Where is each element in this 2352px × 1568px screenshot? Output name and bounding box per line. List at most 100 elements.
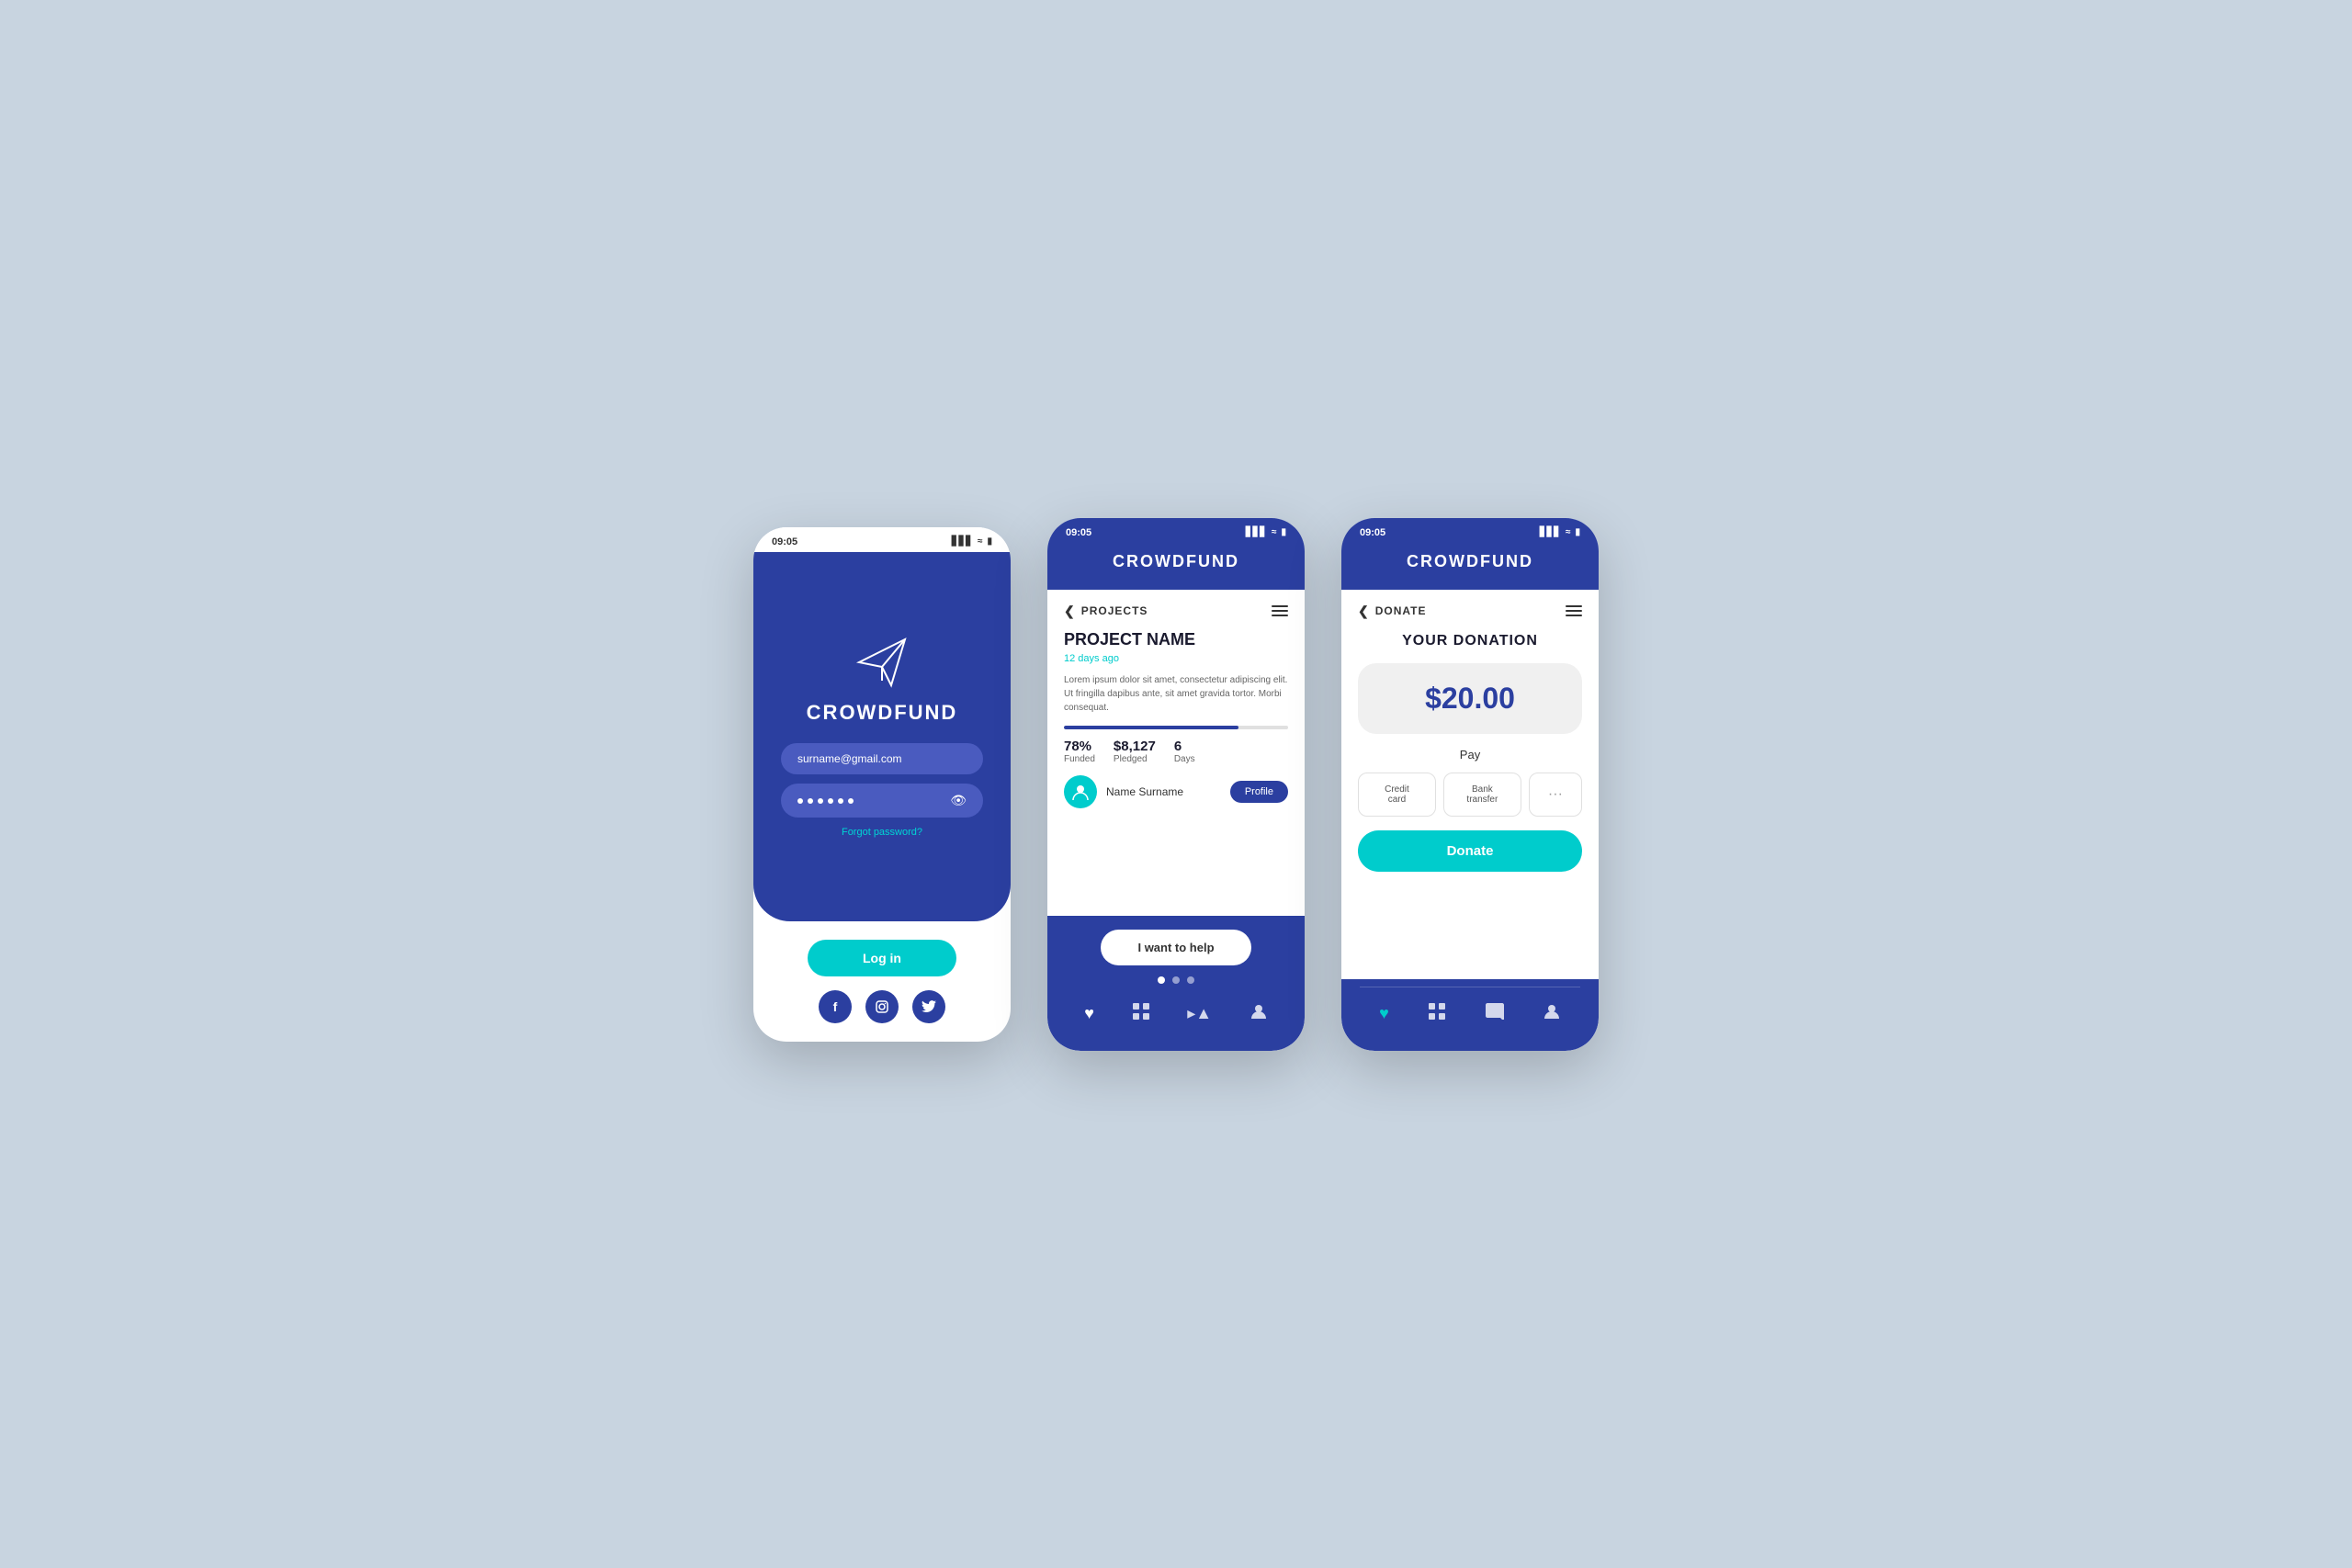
back-projects[interactable]: ❮ PROJECTS [1064,604,1148,619]
payment-options: Creditcard Banktransfer ··· [1358,773,1582,817]
days-stat: 6 Days [1174,739,1195,764]
instagram-icon[interactable] [865,990,899,1023]
status-icons-3: ▋▋▋ ≈ ▮ [1540,527,1580,537]
donate-footer: ♥ [1341,979,1599,1051]
forgot-password-link[interactable]: Forgot password? [781,827,983,838]
status-icons-1: ▋▋▋ ≈ ▮ [952,536,992,547]
funded-stat: 78% Funded [1064,739,1095,764]
more-icon: ··· [1548,786,1563,803]
user-avatar [1064,775,1097,808]
days-label: Days [1174,754,1195,764]
bottom-nav-2: ♥ ▸▲ [1066,995,1286,1032]
time-2: 09:05 [1066,527,1091,538]
hamburger-menu-3[interactable] [1566,605,1582,616]
more-options[interactable]: ··· [1529,773,1582,817]
battery-icon-3: ▮ [1575,527,1580,537]
heart-nav-icon-3[interactable]: ♥ [1379,1004,1389,1023]
donate-content: ❮ DONATE YOUR DONATION $20.00 Pay Credit… [1341,590,1599,979]
signal-icon-3: ▋▋▋ [1540,527,1561,537]
projects-content: ❮ PROJECTS PROJECT NAME 12 days ago Lore… [1047,590,1305,916]
projects-app-title: CROWDFUND [1066,552,1286,571]
dot-1 [1158,976,1165,984]
progress-bar [1064,726,1288,729]
grid-nav-icon[interactable] [1132,1002,1150,1025]
funded-label: Funded [1064,754,1095,764]
heart-nav-icon[interactable]: ♥ [1084,1004,1094,1023]
credit-card-option[interactable]: Creditcard [1358,773,1436,817]
credit-card-label: Creditcard [1385,784,1409,805]
app-title-1: CROWDFUND [807,701,958,725]
profile-row: Name Surname Profile [1064,775,1288,808]
time-3: 09:05 [1360,527,1385,538]
donate-header: CROWDFUND [1341,543,1599,590]
projects-footer: I want to help ♥ ▸▲ [1047,916,1305,1051]
projects-nav: ❮ PROJECTS [1064,604,1288,619]
password-dots [797,798,854,804]
funded-value: 78% [1064,739,1095,754]
wifi-icon-3: ≈ [1566,527,1571,537]
days-value: 6 [1174,739,1195,754]
help-button[interactable]: I want to help [1101,930,1250,965]
donation-amount: $20.00 [1376,682,1564,716]
donate-nav: ❮ DONATE [1358,604,1582,619]
status-bar-2: 09:05 ▋▋▋ ≈ ▮ [1047,518,1305,543]
projects-header: CROWDFUND [1047,543,1305,590]
bottom-nav-3: ♥ [1360,995,1580,1032]
profile-button[interactable]: Profile [1230,781,1288,803]
donate-app-title: CROWDFUND [1360,552,1580,571]
pledged-label: Pledged [1114,754,1156,764]
dot-3 [1187,976,1194,984]
email-field[interactable]: surname@gmail.com [781,743,983,774]
projects-label: PROJECTS [1081,604,1148,617]
chat-nav-icon[interactable]: ▸▲ [1187,1004,1212,1023]
pledged-value: $8,127 [1114,739,1156,754]
project-description: Lorem ipsum dolor sit amet, consectetur … [1064,673,1288,715]
login-button[interactable]: Log in [808,940,956,976]
wifi-icon-2: ≈ [1272,527,1277,537]
donation-title: YOUR DONATION [1358,633,1582,649]
status-bar-1: 09:05 ▋▋▋ ≈ ▮ [753,527,1011,552]
stats-row: 78% Funded $8,127 Pledged 6 Days [1064,739,1288,764]
pay-label: Pay [1358,748,1582,761]
signal-icon: ▋▋▋ [952,536,973,547]
battery-icon-2: ▮ [1281,527,1286,537]
email-text: surname@gmail.com [797,752,902,765]
profile-name: Name Surname [1106,785,1221,798]
status-icons-2: ▋▋▋ ≈ ▮ [1246,527,1286,537]
back-arrow-icon-3: ❮ [1358,604,1370,619]
pledged-stat: $8,127 Pledged [1114,739,1156,764]
phone-login: 09:05 ▋▋▋ ≈ ▮ CROWDFUND surname@gmail.co… [753,527,1011,1042]
progress-fill [1064,726,1238,729]
bank-transfer-label: Banktransfer [1466,784,1498,805]
phones-container: 09:05 ▋▋▋ ≈ ▮ CROWDFUND surname@gmail.co… [753,518,1599,1051]
back-arrow-icon: ❮ [1064,604,1076,619]
dot-2 [1172,976,1180,984]
donate-button[interactable]: Donate [1358,830,1582,872]
wifi-icon: ≈ [978,536,983,547]
login-bottom-section: Log in f [753,921,1011,1042]
facebook-icon[interactable]: f [819,990,852,1023]
battery-icon: ▮ [987,536,992,547]
paper-plane-icon [854,635,910,690]
amount-display: $20.00 [1358,663,1582,734]
signal-icon-2: ▋▋▋ [1246,527,1267,537]
login-top-section: CROWDFUND surname@gmail.com 👁 Forgot pas… [753,552,1011,921]
project-name: PROJECT NAME [1064,630,1288,649]
login-form: surname@gmail.com 👁 Forgot password? [772,743,992,838]
eye-icon[interactable]: 👁 [950,793,967,808]
status-bar-3: 09:05 ▋▋▋ ≈ ▮ [1341,518,1599,543]
phone-donate: 09:05 ▋▋▋ ≈ ▮ CROWDFUND ❮ DONATE YOUR DO… [1341,518,1599,1051]
user-nav-icon[interactable] [1250,1002,1268,1025]
hamburger-menu[interactable] [1272,605,1288,616]
grid-nav-icon-3[interactable] [1428,1002,1446,1025]
donate-label: DONATE [1375,604,1427,617]
bank-transfer-option[interactable]: Banktransfer [1443,773,1521,817]
twitter-icon[interactable] [912,990,945,1023]
user-nav-icon-3[interactable] [1543,1002,1561,1025]
back-donate[interactable]: ❮ DONATE [1358,604,1427,619]
dot-indicators [1158,976,1194,984]
chat-nav-icon-3[interactable] [1486,1003,1504,1024]
time-1: 09:05 [772,536,797,547]
password-field[interactable]: 👁 [781,784,983,818]
project-date: 12 days ago [1064,653,1288,664]
